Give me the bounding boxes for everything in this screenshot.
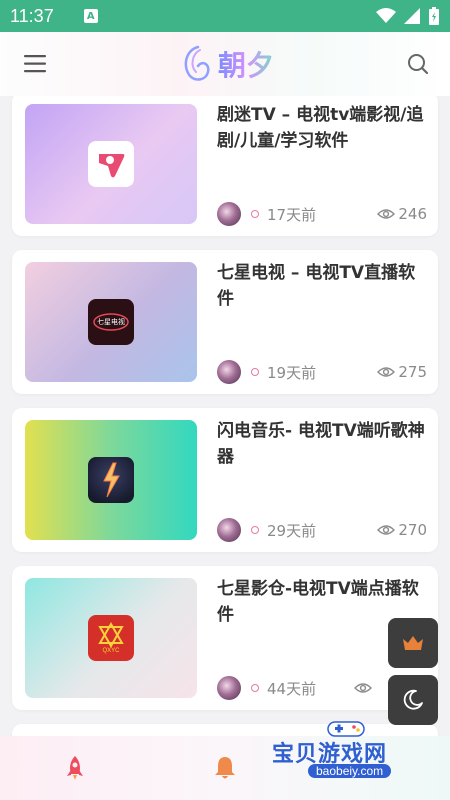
app-icon-jumi bbox=[88, 141, 134, 187]
time-dot bbox=[251, 368, 259, 376]
moon-icon bbox=[403, 689, 423, 710]
views-count: 246 bbox=[398, 205, 427, 223]
article-thumbnail: QXYC bbox=[25, 578, 197, 698]
article-time: 19天前 bbox=[267, 363, 317, 382]
app-icon-qixing: 七星电视 bbox=[88, 299, 134, 345]
time-dot bbox=[251, 684, 259, 692]
article-views: 270 bbox=[377, 521, 427, 539]
eye-icon bbox=[377, 525, 396, 535]
article-meta: 17天前 246 bbox=[217, 202, 427, 226]
status-notification-icon: A bbox=[83, 9, 98, 23]
logo-mark-icon bbox=[184, 45, 210, 81]
article-time: 44天前 bbox=[267, 679, 317, 698]
search-icon[interactable] bbox=[406, 52, 430, 76]
app-header: 朝夕 bbox=[0, 32, 450, 96]
author-avatar[interactable] bbox=[217, 676, 241, 700]
watermark: 宝贝游戏网 baobeiy.com bbox=[272, 721, 422, 788]
watermark-url: baobeiy.com bbox=[308, 764, 392, 778]
logo-text: 朝夕 bbox=[218, 44, 274, 84]
views-count: 275 bbox=[398, 363, 427, 381]
article-time: 17天前 bbox=[267, 205, 317, 224]
crown-icon bbox=[403, 636, 423, 650]
rocket-icon[interactable] bbox=[61, 754, 89, 782]
article-card[interactable]: 剧迷TV – 电视tv端影视/追剧/儿童/学习软件 17天前 246 bbox=[12, 96, 438, 236]
article-title[interactable]: 闪电音乐- 电视TV端听歌神器 bbox=[217, 418, 427, 470]
app-icon-label: QXYC bbox=[102, 648, 120, 654]
article-card[interactable]: 七星电视 七星电视 – 电视TV直播软件 19天前 275 bbox=[12, 250, 438, 394]
eye-icon bbox=[377, 209, 396, 219]
eye-icon bbox=[377, 367, 396, 377]
article-card[interactable]: 闪电音乐- 电视TV端听歌神器 29天前 270 bbox=[12, 408, 438, 552]
app-icon-shandian bbox=[88, 457, 134, 503]
eye-icon bbox=[354, 683, 372, 693]
app-logo: 朝夕 bbox=[180, 44, 274, 84]
article-card[interactable]: QXYC 七星影仓-电视TV端点播软件 44天前 bbox=[12, 566, 438, 710]
author-avatar[interactable] bbox=[217, 518, 241, 542]
article-meta: 19天前 275 bbox=[217, 360, 427, 384]
app-icon-qixingyingcang: QXYC bbox=[88, 615, 134, 661]
article-views: 275 bbox=[377, 363, 427, 381]
time-dot bbox=[251, 526, 259, 534]
article-thumbnail bbox=[25, 420, 197, 540]
status-icons bbox=[376, 6, 440, 26]
vip-button[interactable] bbox=[388, 618, 438, 668]
article-views bbox=[354, 682, 375, 694]
time-dot bbox=[251, 210, 259, 218]
wifi-icon bbox=[376, 8, 396, 23]
battery-icon bbox=[429, 7, 439, 25]
bell-icon[interactable] bbox=[211, 754, 239, 782]
article-thumbnail bbox=[25, 104, 197, 224]
night-mode-button[interactable] bbox=[388, 675, 438, 725]
article-title[interactable]: 剧迷TV – 电视tv端影视/追剧/儿童/学习软件 bbox=[217, 102, 427, 154]
status-bar: 11:37 A bbox=[0, 0, 450, 32]
views-count: 270 bbox=[398, 521, 427, 539]
author-avatar[interactable] bbox=[217, 360, 241, 384]
status-time: 11:37 bbox=[10, 5, 54, 26]
article-meta: 29天前 270 bbox=[217, 518, 427, 542]
menu-icon[interactable] bbox=[24, 54, 48, 74]
article-title[interactable]: 七星电视 – 电视TV直播软件 bbox=[217, 260, 427, 312]
article-views: 246 bbox=[377, 205, 427, 223]
article-list: 剧迷TV – 电视tv端影视/追剧/儿童/学习软件 17天前 246 七星电视 … bbox=[0, 96, 450, 736]
signal-icon bbox=[404, 8, 420, 24]
article-time: 29天前 bbox=[267, 521, 317, 540]
author-avatar[interactable] bbox=[217, 202, 241, 226]
article-thumbnail: 七星电视 bbox=[25, 262, 197, 382]
app-icon-label: 七星电视 bbox=[97, 318, 125, 326]
